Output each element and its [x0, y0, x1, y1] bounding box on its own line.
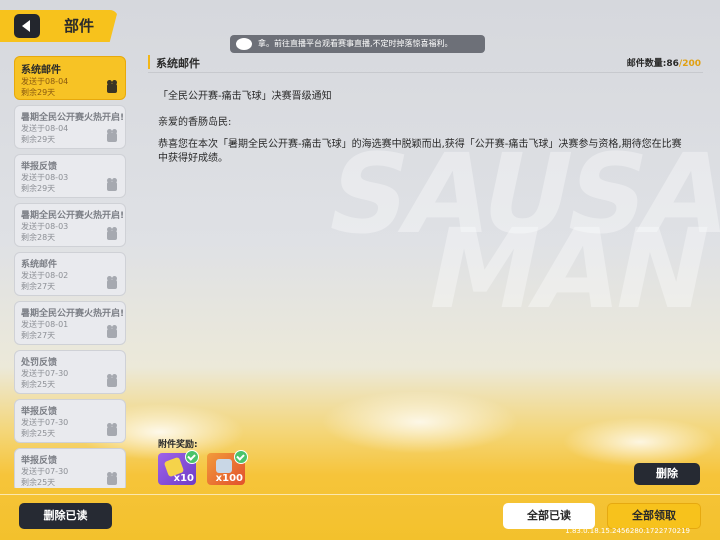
mail-count: 邮件数量:86/200: [627, 56, 701, 69]
mail-list-item[interactable]: 系统邮件 发送于08-02 剩余27天: [14, 252, 126, 296]
mail-item-date: 发送于07-30: [21, 418, 69, 427]
mail-item-date: 发送于08-04: [21, 124, 69, 133]
mail-item-title: 举报反馈: [21, 456, 58, 466]
notice-text: 拿。前往直播平台观看赛事直播,不定时掉落惊喜福利。: [258, 39, 453, 48]
delete-button[interactable]: 删除: [634, 463, 700, 485]
mail-list-item[interactable]: 暑期全民公开赛火热开启! 发送于08-03 剩余28天: [14, 203, 126, 247]
mail-list-item[interactable]: 处罚反馈 发送于07-30 剩余25天: [14, 350, 126, 394]
attachment-icon: [107, 178, 117, 191]
attachment-icon: [107, 325, 117, 338]
mail-item-title: 暑期全民公开赛火热开启!: [21, 113, 125, 123]
attachment-icon: [107, 80, 117, 93]
claim-all-button[interactable]: 全部领取: [607, 503, 701, 529]
mail-item-title: 举报反馈: [21, 162, 58, 172]
mail-list-item[interactable]: 举报反馈 发送于08-03 剩余29天: [14, 154, 126, 198]
mail-item-date: 发送于07-30: [21, 467, 69, 476]
page-title: 部件: [64, 17, 95, 35]
attachment-label: 附件奖励:: [158, 440, 198, 450]
background-watermark-2: MAN: [416, 205, 719, 333]
mail-list-item[interactable]: 举报反馈 发送于07-30 剩余25天: [14, 448, 126, 488]
claimed-check-icon: [185, 450, 199, 464]
mail-item-remaining: 剩余25天: [21, 478, 56, 487]
mail-item-date: 发送于08-01: [21, 320, 69, 329]
mail-item-date: 发送于08-02: [21, 271, 69, 280]
mail-list-item[interactable]: 暑期全民公开赛火热开启! 发送于08-04 剩余29天: [14, 105, 126, 149]
mail-subject: 「全民公开赛-痛击飞球」决赛晋级通知: [158, 91, 332, 102]
mail-item-remaining: 剩余29天: [21, 135, 56, 144]
megaphone-icon: [236, 38, 252, 50]
attachment-icon: [107, 227, 117, 240]
mail-item-date: 发送于08-03: [21, 222, 69, 231]
mail-header: 系统邮件 邮件数量:86/200: [148, 55, 703, 71]
read-all-button[interactable]: 全部已读: [503, 503, 595, 529]
mail-item-remaining: 剩余27天: [21, 331, 56, 340]
mail-list-item[interactable]: 暑期全民公开赛火热开启! 发送于08-01 剩余27天: [14, 301, 126, 345]
reward-item[interactable]: x100: [207, 450, 248, 485]
attachment-icon: [107, 374, 117, 387]
reward-quantity: x10: [173, 473, 194, 484]
claimed-check-icon: [234, 450, 248, 464]
reward-item[interactable]: x10: [158, 450, 199, 485]
mail-list-item[interactable]: 系统邮件 发送于08-04 剩余29天: [14, 56, 126, 100]
mail-item-title: 处罚反馈: [21, 358, 58, 368]
mail-screen: SAUSAGE MAN 部件 系统邮件 发送于08-04 剩余29天 暑期全民公开赛火…: [0, 0, 720, 540]
attachment-icon: [107, 129, 117, 142]
version-text: 1.83.0.18.15.2456280.1722770219: [565, 527, 690, 535]
reward-quantity: x100: [215, 473, 243, 484]
mail-item-title: 暑期全民公开赛火热开启!: [21, 309, 125, 319]
mail-item-remaining: 剩余25天: [21, 380, 56, 389]
attachment-icon: [107, 276, 117, 289]
back-button[interactable]: [14, 14, 40, 38]
mail-item-remaining: 剩余25天: [21, 429, 56, 438]
mail-item-date: 发送于07-30: [21, 369, 69, 378]
mail-count-current: 邮件数量:86: [626, 59, 679, 69]
attachment-icon: [107, 472, 117, 485]
mail-list[interactable]: 系统邮件 发送于08-04 剩余29天 暑期全民公开赛火热开启! 发送于08-04 剩余2…: [14, 56, 128, 488]
mail-item-date: 发送于08-04: [21, 77, 69, 86]
mail-list-item[interactable]: 举报反馈 发送于07-30 剩余25天: [14, 399, 126, 443]
parcel-icon: [216, 459, 232, 473]
footer-divider: [0, 494, 720, 495]
mail-header-title: 系统邮件: [156, 57, 200, 70]
mail-item-remaining: 剩余27天: [21, 282, 56, 291]
header-divider: [148, 72, 703, 73]
mail-item-remaining: 剩余29天: [21, 88, 56, 97]
mail-greeting: 亲爱的香肠岛民:: [158, 117, 232, 128]
mail-item-date: 发送于08-03: [21, 173, 69, 182]
delete-read-button[interactable]: 删除已读: [19, 503, 112, 529]
mail-item-title: 举报反馈: [21, 407, 58, 417]
mail-item-title: 系统邮件: [21, 65, 61, 76]
mail-count-max: /200: [678, 59, 701, 69]
mail-item-title: 暑期全民公开赛火热开启!: [21, 211, 125, 221]
mail-item-remaining: 剩余28天: [21, 233, 56, 242]
mail-item-remaining: 剩余29天: [21, 184, 56, 193]
attachment-icon: [107, 423, 117, 436]
mail-body: 恭喜您在本次「暑期全民公开赛-痛击飞球」的海选赛中脱颖而出,获得「公开赛-痛击飞…: [158, 139, 682, 164]
live-notice-banner[interactable]: 拿。前往直播平台观看赛事直播,不定时掉落惊喜福利。: [230, 35, 485, 53]
header-accent-bar: [148, 55, 150, 69]
mail-item-title: 系统邮件: [21, 260, 58, 270]
